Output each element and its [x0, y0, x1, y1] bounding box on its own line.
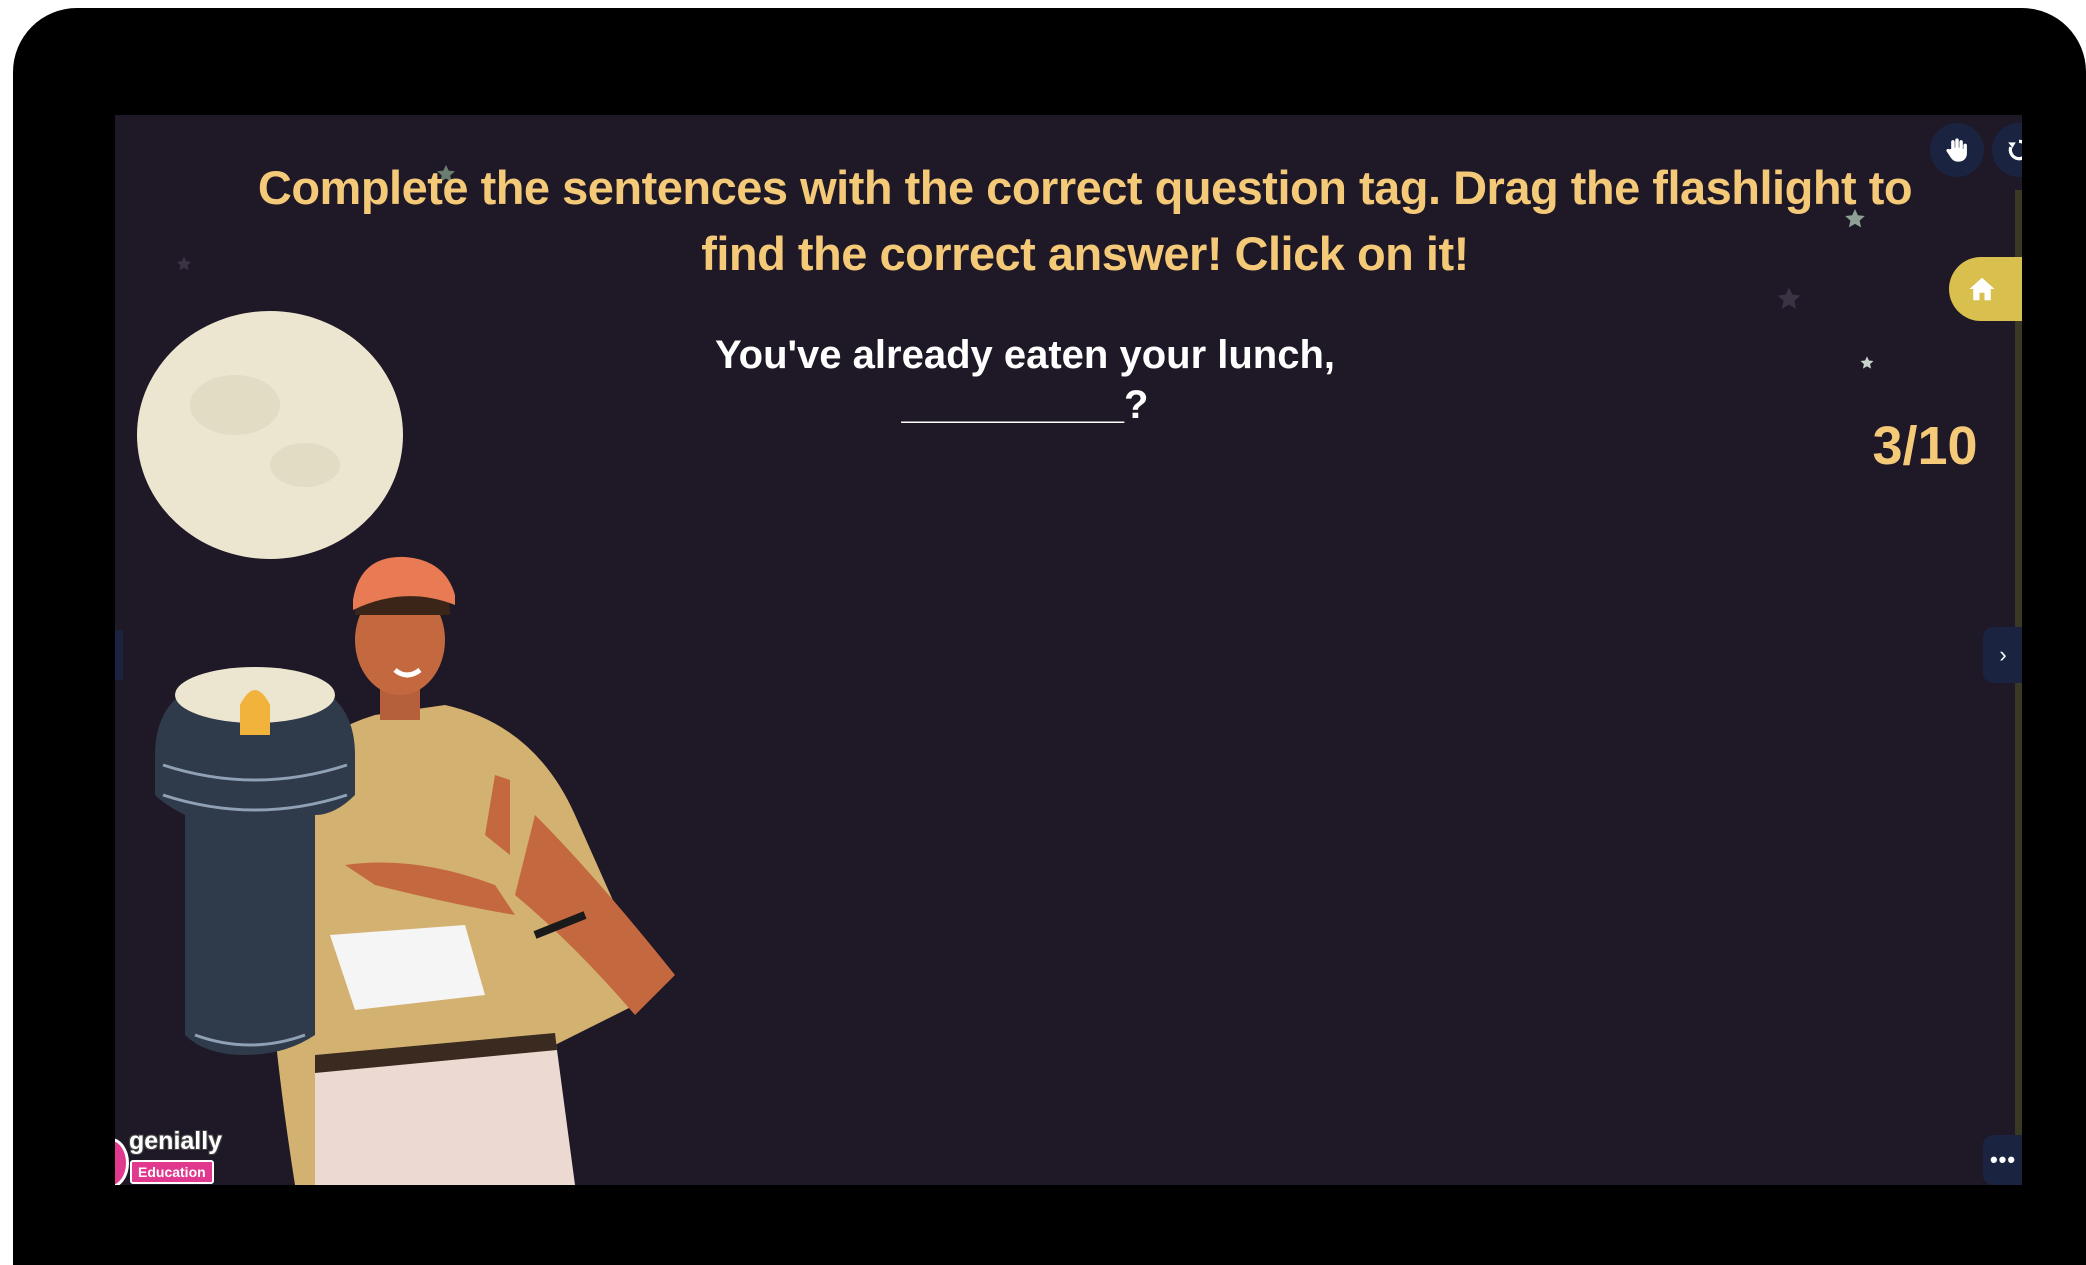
genially-wordmark: genially: [129, 1127, 223, 1155]
chevron-right-icon: ›: [1999, 642, 2007, 667]
home-icon: [1969, 277, 1995, 301]
game-stage: Complete the sentences with the correct …: [115, 115, 2022, 1185]
more-options-button[interactable]: •••: [1983, 1135, 2022, 1185]
star-icon: [1860, 356, 1874, 369]
rotate-button[interactable]: [1992, 123, 2022, 177]
genially-circle-icon: [115, 1138, 129, 1185]
hand-tool-button[interactable]: [1930, 123, 1984, 177]
next-button[interactable]: ›: [1983, 627, 2022, 683]
instruction-text: Complete the sentences with the correct …: [257, 161, 1913, 280]
star-icon: [176, 256, 192, 271]
right-edge-strip: [2015, 190, 2022, 1185]
previous-tab[interactable]: [115, 630, 123, 680]
home-button[interactable]: [1949, 257, 2022, 321]
hand-icon: [1946, 138, 1967, 162]
star-icon: [1777, 287, 1801, 309]
question-sentence: You've already eaten your lunch, _______…: [714, 333, 1336, 427]
flashlight-character-illustration[interactable]: [115, 295, 675, 1185]
moon-icon: [137, 311, 403, 559]
genially-logo[interactable]: genially Education: [115, 1125, 225, 1185]
more-icon: •••: [1989, 1147, 2017, 1172]
device-frame: Complete the sentences with the correct …: [13, 8, 2086, 1265]
progress-counter: 3/10: [1872, 416, 1978, 476]
education-badge: Education: [130, 1160, 214, 1184]
rotate-icon: [2008, 139, 2022, 161]
